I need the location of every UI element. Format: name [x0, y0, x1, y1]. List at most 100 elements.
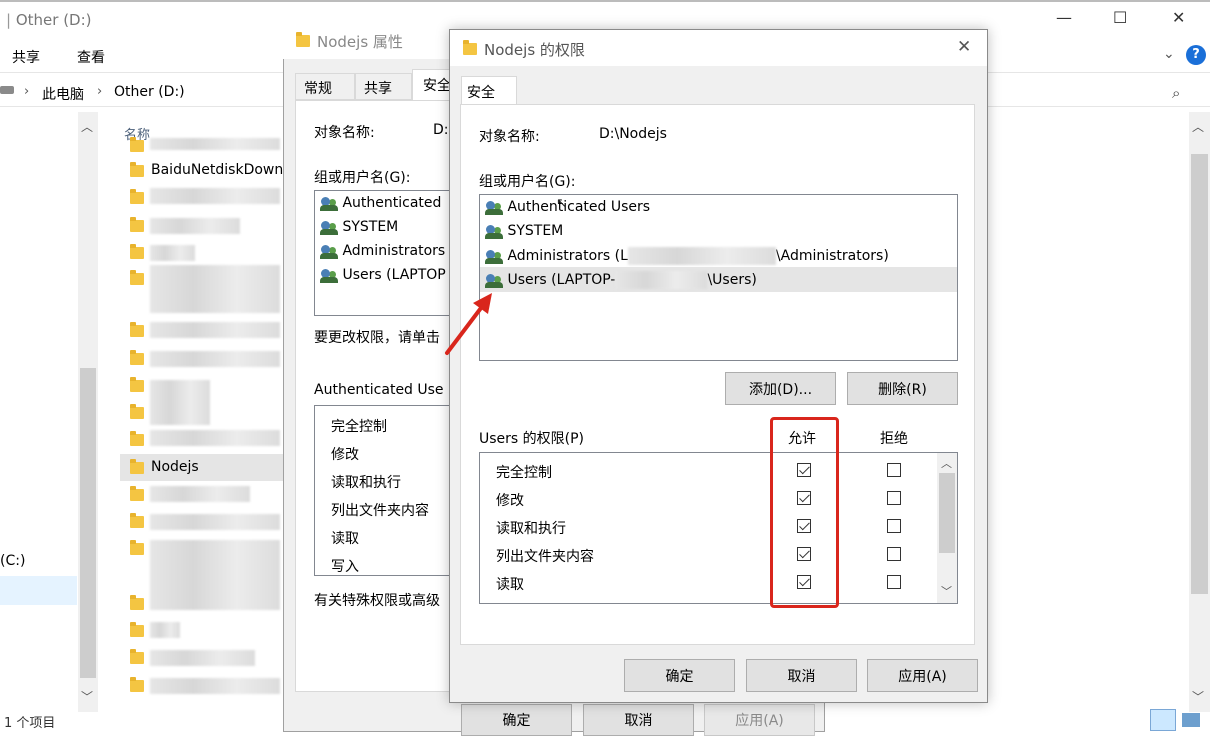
breadcrumb-this-pc[interactable]: 此电脑 [42, 84, 84, 104]
nav-selected-item[interactable] [0, 576, 77, 605]
redacted-folder-name [150, 514, 280, 530]
props-user-item[interactable]: Administrators [320, 243, 445, 259]
breadcrumb-separator-icon: › [97, 84, 103, 99]
props-user-item[interactable]: Users (LAPTOP [320, 267, 446, 283]
deny-checkbox[interactable] [887, 463, 901, 477]
props-perm-item: 完全控制 [331, 419, 387, 435]
dialog-user-label: Authenticated Users [507, 199, 651, 215]
props-cancel-button[interactable]: 取消 [583, 704, 694, 736]
dialog-user-item[interactable]: SYSTEM [485, 223, 563, 239]
user-group-icon [320, 267, 338, 283]
dialog-object-value: D:\Nodejs [599, 126, 667, 142]
dialog-user-label-prefix: Administrators (L [507, 248, 628, 264]
redacted-folder-name [150, 138, 280, 150]
redacted-folder-name [150, 322, 280, 338]
window-border [0, 0, 1210, 2]
minimize-button[interactable]: — [1056, 8, 1072, 27]
dialog-ok-button[interactable]: 确定 [624, 659, 735, 692]
perm-label: 读取 [496, 577, 524, 593]
nav-drive-c[interactable]: (C:) [0, 553, 25, 569]
props-user-label: Users (LAPTOP [342, 267, 446, 283]
folder-icon [130, 513, 144, 532]
list-scroll-thumb[interactable] [1191, 154, 1208, 594]
chevron-down-icon[interactable]: ⌄ [1163, 46, 1175, 62]
folder-icon [296, 32, 310, 51]
dialog-user-item-selected[interactable]: Users (LAPTOP- \Users) [485, 271, 757, 289]
file-item-baidu[interactable]: BaiduNetdiskDownload [151, 162, 283, 178]
ribbon-tab-share[interactable]: 共享 [12, 47, 40, 67]
dialog-user-item[interactable]: Administrators (L \Administrators) [485, 247, 889, 265]
perm-label: 列出文件夹内容 [496, 549, 594, 565]
search-icon[interactable]: ⌕ [1172, 84, 1180, 102]
folder-icon [130, 322, 144, 341]
scroll-up-icon[interactable]: ︿ [941, 455, 952, 471]
props-perm-item: 写入 [331, 559, 359, 575]
folder-icon [130, 459, 144, 478]
props-user-label: Administrators [342, 243, 446, 259]
props-ok-button[interactable]: 确定 [461, 704, 572, 736]
folder-icon [130, 189, 144, 208]
redacted-folder-name [150, 650, 255, 666]
breadcrumb-drive[interactable]: Other (D:) [114, 84, 185, 100]
folder-icon [130, 350, 144, 369]
perm-label: 修改 [496, 493, 524, 509]
perm-scroll-thumb[interactable] [939, 473, 955, 553]
dialog-group-label: 组或用户名(G): [479, 174, 576, 190]
user-group-icon [485, 199, 503, 215]
dialog-close-button[interactable]: ✕ [957, 37, 971, 57]
folder-icon [130, 431, 144, 450]
props-perm-item: 读取 [331, 531, 359, 547]
scroll-up-icon[interactable]: ︿ [81, 118, 93, 135]
allow-column-highlight [770, 417, 839, 608]
scroll-down-icon[interactable]: ﹀ [1192, 688, 1204, 705]
scroll-down-icon[interactable]: ﹀ [81, 688, 93, 705]
tab-security-label: 安全 [423, 78, 451, 94]
props-user-item[interactable]: SYSTEM [320, 219, 398, 235]
maximize-button[interactable]: ☐ [1113, 8, 1127, 27]
status-item-count: 1 个项目 [4, 716, 56, 731]
user-group-icon [485, 248, 503, 264]
deny-checkbox[interactable] [887, 491, 901, 505]
deny-checkbox[interactable] [887, 575, 901, 589]
folder-icon [130, 677, 144, 696]
redacted-folder-name [150, 678, 280, 694]
dialog-user-item[interactable]: Authenticated Users [485, 199, 650, 215]
props-user-item[interactable]: Authenticated [320, 195, 441, 211]
redacted-folder-name [150, 351, 280, 367]
deny-checkbox[interactable] [887, 519, 901, 533]
folder-icon [130, 595, 144, 614]
file-item-selected-bg [120, 454, 285, 481]
help-icon[interactable]: ? [1186, 45, 1206, 65]
redacted-machine-name [615, 271, 708, 289]
tab-sharing-label: 共享 [364, 81, 392, 97]
props-user-label: SYSTEM [342, 219, 399, 235]
folder-icon [130, 162, 144, 181]
large-icons-view-icon[interactable] [1182, 713, 1200, 727]
scroll-down-icon[interactable]: ﹀ [941, 583, 952, 599]
redacted-folder-name [150, 188, 280, 204]
folder-icon [130, 540, 144, 559]
folder-icon [130, 622, 144, 641]
ribbon-tab-view[interactable]: 查看 [77, 47, 105, 67]
folder-icon [463, 40, 477, 59]
remove-button[interactable]: 删除(R) [847, 372, 958, 405]
dialog-user-label-suffix: \Users) [707, 272, 757, 288]
user-group-icon [320, 195, 338, 211]
perm-label: 读取和执行 [496, 521, 566, 537]
details-view-icon[interactable] [1150, 709, 1176, 731]
file-item-nodejs[interactable]: Nodejs [151, 459, 199, 475]
props-change-hint: 要更改权限，请单击 [314, 330, 440, 346]
add-button[interactable]: 添加(D)... [725, 372, 836, 405]
dialog-apply-button[interactable]: 应用(A) [867, 659, 978, 692]
folder-icon [130, 217, 144, 236]
close-button[interactable]: ✕ [1172, 8, 1185, 27]
deny-checkbox[interactable] [887, 603, 901, 604]
dialog-user-label: SYSTEM [507, 223, 564, 239]
props-apply-button[interactable]: 应用(A) [704, 704, 815, 736]
dialog-cancel-button[interactable]: 取消 [746, 659, 857, 692]
scroll-up-icon[interactable]: ︿ [1192, 118, 1204, 135]
dialog-perm-list: 完全控制 修改 读取和执行 列出文件夹内容 读取 ︿ ﹀ [479, 452, 958, 604]
deny-checkbox[interactable] [887, 547, 901, 561]
nav-scroll-thumb[interactable] [80, 368, 96, 678]
breadcrumb-separator-icon: › [24, 84, 30, 99]
